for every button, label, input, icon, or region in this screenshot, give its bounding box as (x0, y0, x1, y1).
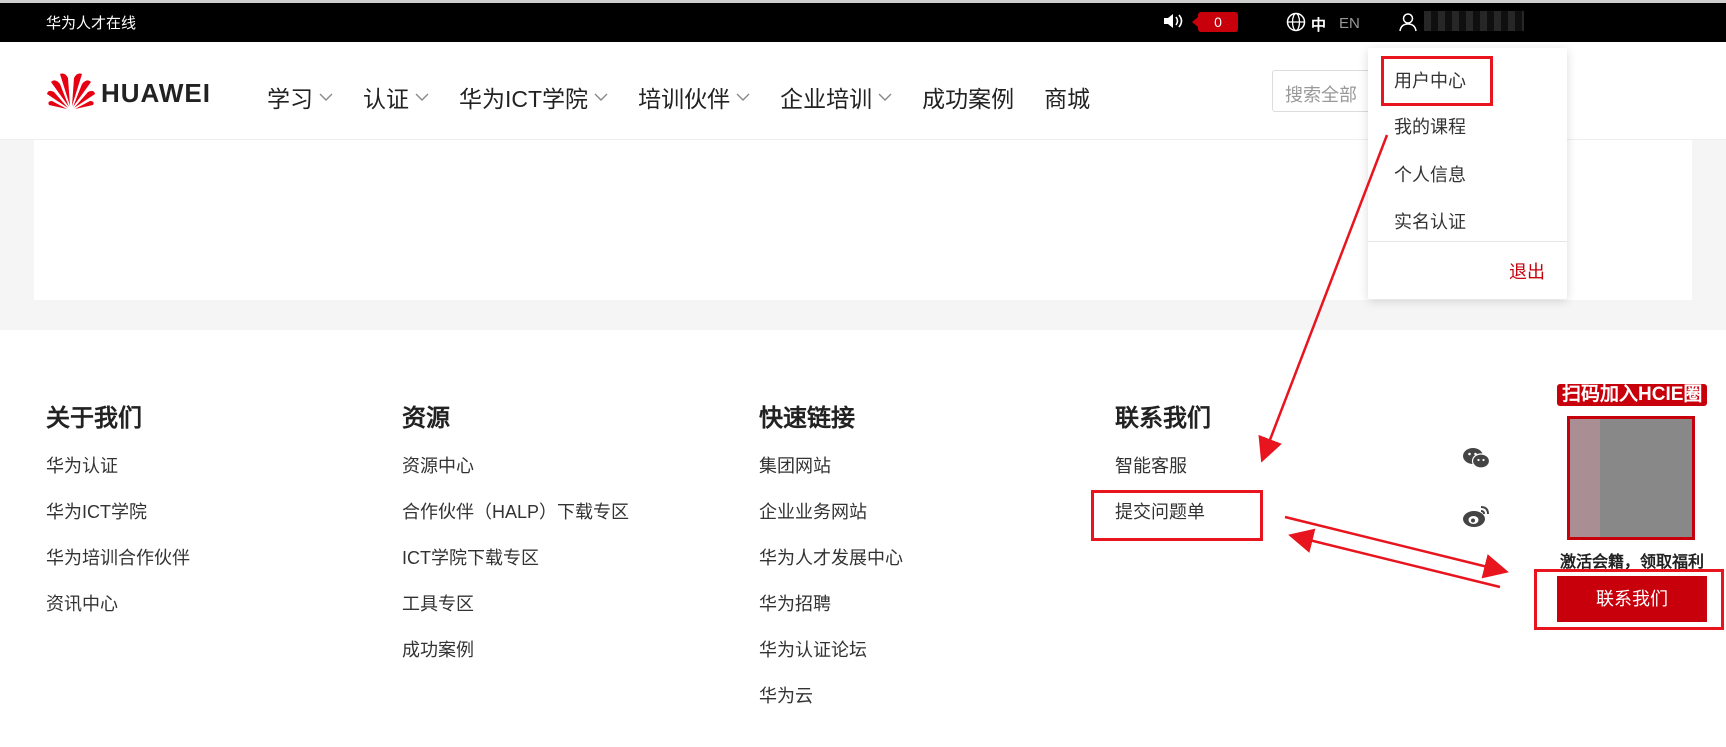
top-bar: 华为人才在线 0 中 EN (0, 0, 1726, 42)
qr-code-image (1567, 416, 1695, 540)
menu-item-personal-info[interactable]: 个人信息 (1394, 161, 1466, 187)
username-redacted[interactable] (1424, 11, 1524, 31)
user-icon[interactable] (1398, 12, 1418, 32)
nav-item-ict-academy[interactable]: 华为ICT学院 (459, 80, 608, 114)
chevron-down-icon (415, 93, 429, 101)
globe-icon[interactable] (1286, 12, 1306, 32)
nav-item-enterprise-training[interactable]: 企业培训 (780, 80, 892, 114)
footer-link[interactable]: 华为认证论坛 (759, 638, 903, 684)
footer-col-title: 关于我们 (46, 405, 142, 432)
menu-item-my-courses[interactable]: 我的课程 (1394, 113, 1466, 139)
footer-link[interactable]: 华为认证 (46, 454, 190, 500)
chevron-down-icon (736, 93, 750, 101)
wechat-icon[interactable] (1462, 446, 1490, 470)
footer-col-about: 关于我们 华为认证 华为ICT学院 华为培训合作伙伴 资讯中心 (46, 398, 190, 638)
logo-text[interactable]: HUAWEI (101, 78, 211, 109)
footer: 关于我们 华为认证 华为ICT学院 华为培训合作伙伴 资讯中心 资源 资源中心 … (0, 330, 1726, 747)
footer-link[interactable]: ICT学院下载专区 (402, 546, 629, 592)
lang-en-option[interactable]: EN (1339, 15, 1360, 32)
footer-col-title: 资源 (402, 405, 450, 432)
footer-link[interactable]: 合作伙伴（HALP）下载专区 (402, 500, 629, 546)
footer-link[interactable]: 华为云 (759, 684, 903, 730)
footer-link[interactable]: 华为人才发展中心 (759, 546, 903, 592)
weibo-icon[interactable] (1462, 504, 1490, 528)
footer-col-title: 快速链接 (759, 405, 855, 432)
nav-label: 学习 (267, 86, 313, 112)
nav-item-success-cases[interactable]: 成功案例 (922, 80, 1014, 114)
annotation-box-user-center (1381, 56, 1493, 106)
nav-item-training-partners[interactable]: 培训伙伴 (638, 80, 750, 114)
menu-divider (1368, 241, 1567, 242)
nav-label: 成功案例 (922, 86, 1015, 112)
annotation-box-contact-us (1534, 569, 1724, 630)
nav-label: 认证 (363, 86, 409, 112)
footer-link[interactable]: 华为招聘 (759, 592, 903, 638)
chevron-down-icon (319, 93, 333, 101)
nav-item-mall[interactable]: 商城 (1044, 80, 1090, 114)
footer-link[interactable]: 工具专区 (402, 592, 629, 638)
chevron-down-icon (594, 93, 608, 101)
search-input[interactable]: 搜索全部 (1272, 70, 1382, 112)
footer-link[interactable]: 集团网站 (759, 454, 903, 500)
footer-col-resources: 资源 资源中心 合作伙伴（HALP）下载专区 ICT学院下载专区 工具专区 成功… (402, 398, 629, 684)
nav-label: 商城 (1044, 86, 1091, 112)
nav-label: 企业培训 (780, 86, 873, 112)
site-name[interactable]: 华为人才在线 (46, 12, 136, 33)
footer-col-quick-links: 快速链接 集团网站 企业业务网站 华为人才发展中心 华为招聘 华为认证论坛 华为… (759, 398, 903, 730)
logout-button[interactable]: 退出 (1509, 258, 1545, 284)
chevron-down-icon (878, 93, 892, 101)
huawei-logo-icon[interactable] (46, 70, 96, 110)
notification-badge[interactable]: 0 (1192, 12, 1238, 32)
footer-link[interactable]: 成功案例 (402, 638, 629, 684)
footer-link[interactable]: 资讯中心 (46, 592, 190, 638)
speaker-icon[interactable] (1162, 12, 1184, 30)
footer-col-title: 联系我们 (1115, 405, 1211, 432)
qr-title: 扫码加入HCIE圈 (1557, 384, 1708, 406)
annotation-box-submit-ticket (1091, 490, 1263, 541)
main-nav: 学习 认证 华为ICT学院 培训伙伴 企业培训 成功案例 商城 (267, 80, 1120, 114)
nav-label: 华为ICT学院 (459, 86, 589, 112)
footer-link[interactable]: 华为培训合作伙伴 (46, 546, 190, 592)
footer-link[interactable]: 资源中心 (402, 454, 629, 500)
nav-item-certification[interactable]: 认证 (363, 80, 429, 114)
lang-zh-option[interactable]: 中 (1311, 14, 1326, 35)
nav-item-learn[interactable]: 学习 (267, 80, 333, 114)
footer-link[interactable]: 企业业务网站 (759, 500, 903, 546)
nav-label: 培训伙伴 (638, 86, 731, 112)
menu-item-real-name-auth[interactable]: 实名认证 (1394, 208, 1466, 234)
footer-link[interactable]: 华为ICT学院 (46, 500, 190, 546)
